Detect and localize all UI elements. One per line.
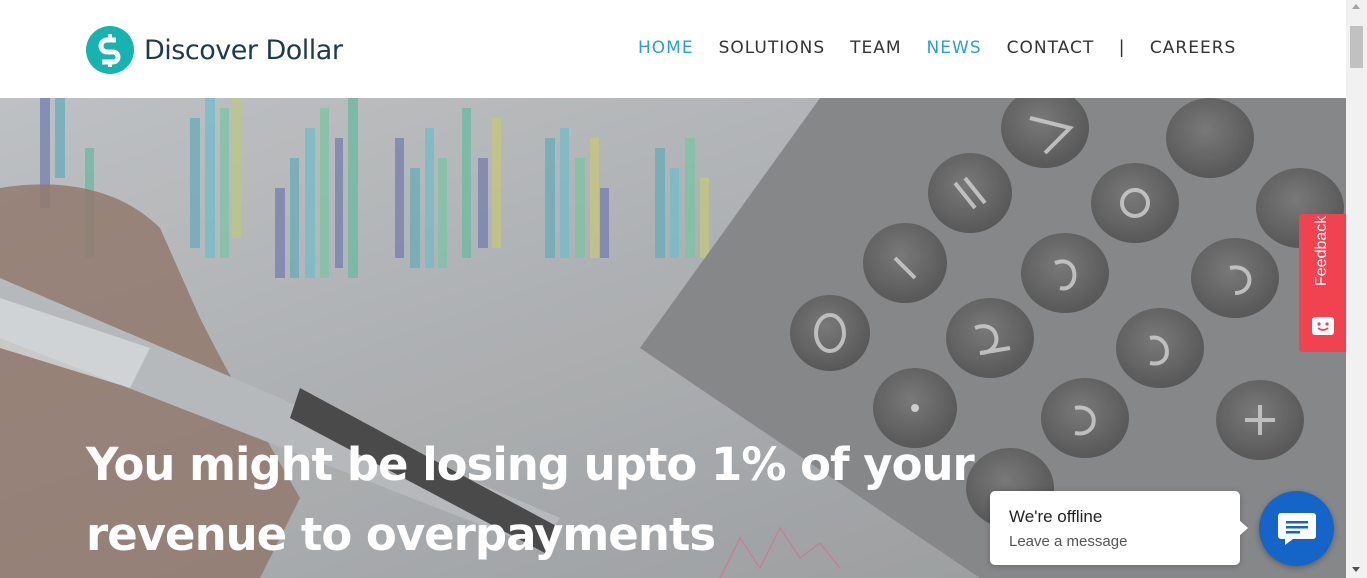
chat-status-bubble[interactable]: We're offline Leave a message [990,491,1248,565]
scroll-thumb[interactable] [1350,26,1363,68]
page-scrollbar[interactable] [1346,0,1367,578]
chat-bubble-icon [1278,513,1316,545]
main-nav: HOME SOLUTIONS TEAM NEWS CONTACT | CAREE… [638,37,1261,58]
nav-team[interactable]: TEAM [850,38,901,58]
smile-face-icon [1312,317,1334,335]
chat-status: We're offline [1009,507,1103,526]
hero-headline: You might be losing upto 1% of your reve… [86,430,986,570]
brand-name: Discover Dollar [144,34,343,66]
nav-news[interactable]: NEWS [927,38,982,58]
site-header: Discover Dollar HOME SOLUTIONS TEAM NEWS… [0,0,1346,98]
hero-headline-line1: You might be losing upto 1% of your [86,438,975,491]
scroll-up-icon[interactable] [1352,4,1360,9]
dollar-logo-icon [86,26,134,74]
chat-launcher-button[interactable] [1259,491,1334,566]
nav-separator: | [1119,37,1124,57]
nav-solutions[interactable]: SOLUTIONS [719,38,826,58]
chat-leave-message[interactable]: Leave a message [1009,533,1127,550]
scroll-down-icon[interactable] [1352,567,1360,572]
nav-contact[interactable]: CONTACT [1007,38,1095,58]
feedback-label: Feedback [1313,215,1330,286]
nav-home[interactable]: HOME [638,38,694,58]
feedback-tab[interactable]: Feedback [1299,214,1346,352]
logo[interactable]: Discover Dollar [86,25,343,75]
hero-headline-line2: revenue to overpayments [86,508,716,561]
nav-careers[interactable]: CAREERS [1150,38,1236,58]
